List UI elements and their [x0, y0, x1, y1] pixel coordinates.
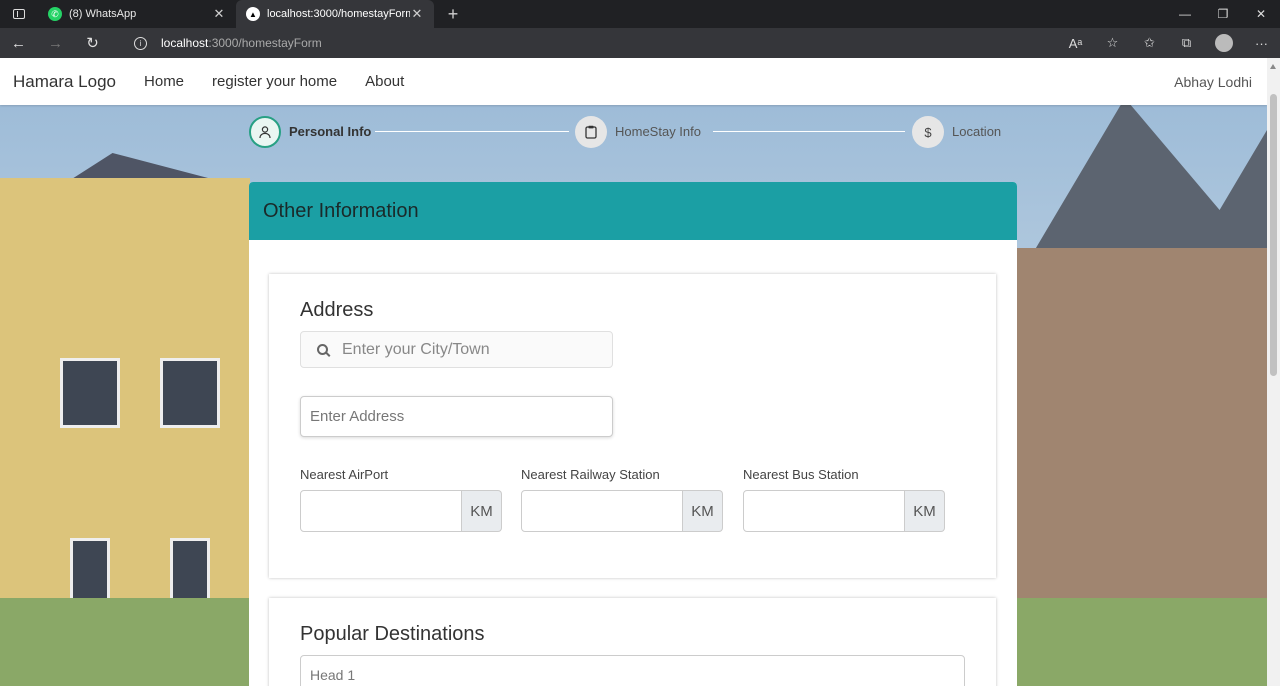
close-window-icon[interactable]: ✕ [1242, 0, 1280, 28]
page-viewport: Hamara Logo Home register your home Abou… [0, 58, 1267, 686]
scrollbar-thumb[interactable] [1270, 94, 1277, 376]
browser-tools: Aᵃ ☆ ✩ ⧉ ··· [1057, 28, 1280, 58]
collections-icon[interactable]: ⧉ [1168, 28, 1205, 58]
popular-destinations-section: Popular Destinations Head 1 [269, 598, 996, 686]
airport-distance-group: KM [300, 490, 502, 532]
new-tab-button[interactable]: + [444, 4, 462, 25]
person-icon[interactable] [249, 116, 281, 148]
step-label-homestay-info[interactable]: HomeStay Info [615, 124, 701, 139]
bus-label: Nearest Bus Station [743, 467, 859, 482]
tab-label: localhost:3000/homestayForm [267, 8, 410, 20]
forward-button[interactable]: → [37, 28, 74, 58]
add-favorite-icon[interactable]: ☆ [1094, 28, 1131, 58]
window-controls: — ❐ ✕ [1166, 0, 1280, 28]
scroll-up-icon[interactable] [1270, 64, 1276, 69]
address-title: Address [300, 299, 374, 321]
reload-button[interactable]: ↻ [74, 28, 111, 58]
nav-link-about[interactable]: About [365, 73, 404, 90]
other-information-card: Other Information Address Enter your Cit… [249, 182, 1017, 686]
nav-link-home[interactable]: Home [144, 73, 184, 90]
background-building [0, 178, 250, 608]
tab-homestay-form[interactable]: ▲ localhost:3000/homestayForm ✕ [236, 0, 434, 28]
whatsapp-icon: ✆ [48, 7, 62, 21]
step-connector [375, 131, 569, 132]
user-name[interactable]: Abhay Lodhi [1174, 74, 1252, 90]
back-button[interactable]: ← [0, 28, 37, 58]
step-label-personal-info[interactable]: Personal Info [289, 124, 371, 139]
site-info-icon[interactable]: i [134, 36, 147, 50]
page-scrollbar[interactable] [1267, 58, 1280, 686]
address-bar[interactable]: i localhost:3000/homestayForm [120, 30, 1120, 56]
address-placeholder: Enter Address [310, 408, 405, 425]
tab-actions-button[interactable] [0, 0, 38, 28]
search-icon [317, 344, 328, 355]
url-path: :3000/homestayForm [208, 36, 322, 50]
railway-distance-group: KM [521, 490, 723, 532]
more-menu-icon[interactable]: ··· [1243, 28, 1280, 58]
destination-head-input[interactable]: Head 1 [300, 655, 965, 686]
railway-distance-input[interactable] [521, 490, 683, 532]
card-header: Other Information [249, 182, 1017, 240]
read-aloud-icon[interactable]: Aᵃ [1057, 28, 1094, 58]
city-placeholder: Enter your City/Town [342, 340, 490, 358]
destinations-title: Popular Destinations [300, 623, 485, 645]
km-unit: KM [683, 490, 723, 532]
nav-link-register[interactable]: register your home [212, 73, 337, 90]
airport-distance-input[interactable] [300, 490, 462, 532]
browser-tabbar: ✆ (8) WhatsApp ✕ ▲ localhost:3000/homest… [0, 0, 1280, 28]
site-navbar: Hamara Logo Home register your home Abou… [0, 58, 1267, 105]
railway-label: Nearest Railway Station [521, 467, 660, 482]
head-placeholder: Head 1 [310, 667, 356, 683]
tab-label: (8) WhatsApp [69, 8, 137, 20]
close-tab-icon[interactable]: ✕ [410, 6, 424, 22]
card-body: Address Enter your City/Town Enter Addre… [249, 240, 1017, 686]
favorites-icon[interactable]: ✩ [1131, 28, 1168, 58]
brand-logo[interactable]: Hamara Logo [13, 72, 116, 92]
form-stepper: Personal Info HomeStay Info $ Location [249, 116, 1009, 148]
bus-distance-input[interactable] [743, 490, 905, 532]
bus-distance-group: KM [743, 490, 945, 532]
restore-icon[interactable]: ❐ [1204, 0, 1242, 28]
city-search-input[interactable]: Enter your City/Town [300, 331, 613, 368]
app-favicon-icon: ▲ [246, 7, 260, 21]
address-input[interactable]: Enter Address [300, 396, 613, 437]
tab-whatsapp[interactable]: ✆ (8) WhatsApp ✕ [38, 0, 236, 28]
minimize-icon[interactable]: — [1166, 0, 1204, 28]
dollar-icon[interactable]: $ [912, 116, 944, 148]
km-unit: KM [462, 490, 502, 532]
tab-actions-icon [13, 9, 25, 19]
airport-label: Nearest AirPort [300, 467, 389, 482]
profile-avatar[interactable] [1215, 34, 1233, 52]
url-host: localhost [161, 36, 209, 50]
km-unit: KM [905, 490, 945, 532]
address-section: Address Enter your City/Town Enter Addre… [269, 274, 996, 578]
browser-toolbar: ← → ↻ i localhost:3000/homestayForm Aᵃ ☆… [0, 28, 1280, 58]
close-tab-icon[interactable]: ✕ [212, 6, 226, 22]
clipboard-icon[interactable] [575, 116, 607, 148]
step-label-location[interactable]: Location [952, 124, 1001, 139]
step-connector [713, 131, 905, 132]
